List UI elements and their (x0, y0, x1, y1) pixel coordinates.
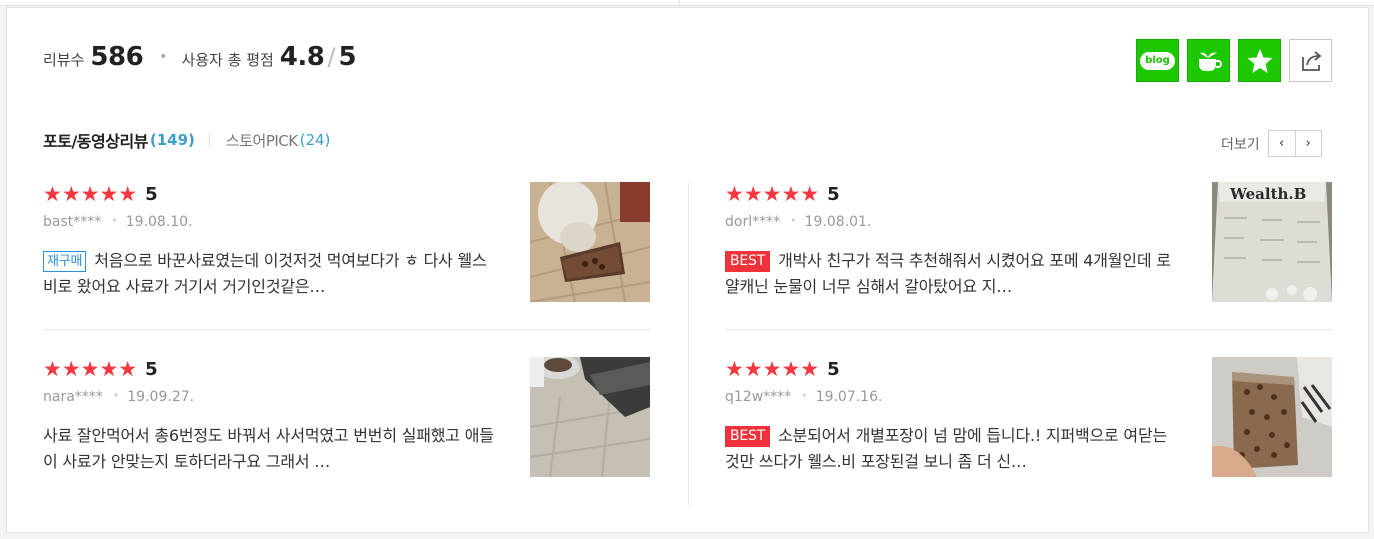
more-button[interactable]: 더보기 (1221, 134, 1260, 154)
tab-store-pick[interactable]: 스토어PICK (226, 130, 298, 151)
top-divider (679, 0, 680, 6)
review-user: nara**** (43, 389, 103, 405)
review-photo[interactable] (1212, 357, 1332, 477)
review-body: 개박사 친구가 적극 추천해줘서 시켰어요 포메 4개월인데 로얄캐닌 눈물이 … (725, 251, 1171, 296)
stars-glyphs: ★★★★★ (43, 181, 138, 206)
tab-separator (208, 133, 210, 147)
review-body: 처음으로 바꾼사료였는데 이것저것 먹여보다가 ㅎ 다사 웰스비로 왔어요 사료… (43, 251, 487, 296)
bag-brand-text: Wealth.B (1229, 185, 1306, 203)
review-summary: 리뷰수 586 • 사용자 총 평점 4.8 / 5 (43, 42, 357, 76)
review-score: 5 (827, 183, 840, 205)
review-score: 5 (145, 183, 158, 205)
review-photo[interactable]: Wealth.B (1212, 182, 1332, 302)
cafe-cup-icon[interactable] (1187, 39, 1230, 82)
rating-label: 사용자 총 평점 (181, 51, 274, 69)
review-date: 19.08.01. (804, 214, 872, 230)
rating-separator: / (327, 43, 336, 71)
rating-value: 4.8 (279, 42, 325, 72)
review-card[interactable]: ★★★★★ 5 bast**** • 19.08.10. 재구매 처음으로 바꾼사… (43, 182, 651, 304)
next-arrow-icon[interactable]: › (1294, 131, 1321, 156)
share-glyph (1301, 50, 1321, 71)
review-text[interactable]: 사료 잘안먹어서 총6번정도 바꿔서 사서먹였고 번번히 실패했고 애들이 사료… (43, 423, 499, 475)
tab-photo-count: (149) (149, 131, 195, 149)
review-body: 사료 잘안먹어서 총6번정도 바꿔서 사서먹였고 번번히 실패했고 애들이 사료… (43, 426, 494, 471)
review-card[interactable]: ★★★★★ 5 dorl**** • 19.08.01. BEST 개박사 친구가… (725, 182, 1333, 304)
best-badge: BEST (725, 251, 771, 272)
review-meta: bast**** • 19.08.10. (43, 213, 193, 231)
photo-food-bag: Wealth.B (1212, 182, 1332, 302)
review-text[interactable]: BEST 개박사 친구가 적극 추천해줘서 시켰어요 포메 4개월인데 로얄캐닌 … (725, 248, 1181, 300)
star-rating: ★★★★★ 5 (725, 357, 840, 381)
stars-glyphs: ★★★★★ (43, 356, 138, 381)
star-rating: ★★★★★ 5 (43, 182, 158, 206)
star-glyph (1247, 48, 1272, 73)
review-text[interactable]: BEST 소분되어서 개별포장이 넘 맘에 듭니다.! 지퍼백으로 여닫는것만 쓰… (725, 423, 1181, 475)
star-rating: ★★★★★ 5 (725, 182, 840, 206)
review-text[interactable]: 재구매 처음으로 바꾼사료였는데 이것저것 먹여보다가 ㅎ 다사 웰스비로 왔어요… (43, 248, 499, 300)
prev-arrow-icon[interactable]: ‹ (1268, 131, 1295, 156)
review-photo[interactable] (530, 182, 650, 302)
review-panel: 리뷰수 586 • 사용자 총 평점 4.8 / 5 blog 포토/동영상리뷰… (6, 7, 1369, 533)
review-user: bast**** (43, 214, 102, 230)
review-meta: dorl**** • 19.08.01. (725, 213, 872, 231)
top-strip (0, 0, 1374, 6)
review-user: q12w**** (725, 389, 792, 405)
best-badge: BEST (725, 426, 771, 447)
row-divider (43, 329, 651, 330)
review-count-label: 리뷰수 (43, 51, 85, 69)
review-meta: nara**** • 19.09.27. (43, 388, 195, 406)
review-photo[interactable] (530, 357, 650, 477)
star-rating: ★★★★★ 5 (43, 357, 158, 381)
tab-photo-review[interactable]: 포토/동영상리뷰 (43, 128, 148, 152)
column-divider (688, 183, 689, 505)
more-controls: 더보기 ‹ › (1221, 130, 1322, 157)
naver-blog-icon[interactable]: blog (1136, 39, 1179, 82)
share-icon[interactable] (1289, 39, 1332, 82)
meta-dot: • (112, 388, 120, 402)
review-date: 19.08.10. (125, 214, 193, 230)
review-date: 19.09.27. (127, 389, 195, 405)
review-meta: q12w**** • 19.07.16. (725, 388, 883, 406)
pager-arrows: ‹ › (1267, 130, 1322, 157)
stars-glyphs: ★★★★★ (725, 356, 820, 381)
star-bookmark-icon[interactable] (1238, 39, 1281, 82)
row-divider (725, 329, 1333, 330)
stars-glyphs: ★★★★★ (725, 181, 820, 206)
meta-dot: • (111, 213, 118, 227)
review-body: 소분되어서 개별포장이 넘 맘에 듭니다.! 지퍼백으로 여닫는것만 쓰다가 웰… (725, 426, 1167, 471)
review-date: 19.07.16. (815, 389, 883, 405)
blog-text: blog (1140, 51, 1175, 70)
cup-glyph (1198, 52, 1222, 71)
summary-dot: • (159, 49, 168, 65)
repurchase-badge: 재구매 (43, 251, 87, 272)
photo-hand-kibble-bag (1212, 357, 1332, 477)
review-user: dorl**** (725, 214, 781, 230)
share-icons: blog (1136, 39, 1332, 82)
review-score: 5 (827, 358, 840, 380)
review-tabs: 포토/동영상리뷰 (149) 스토어PICK (24) (43, 128, 330, 152)
review-card[interactable]: ★★★★★ 5 q12w**** • 19.07.16. BEST 소분되어서 개… (725, 357, 1333, 479)
tab-store-count: (24) (299, 131, 331, 149)
meta-dot: • (790, 213, 797, 227)
photo-cat-eating (530, 182, 650, 302)
photo-floor-bowl (530, 357, 650, 477)
review-count: 586 (90, 42, 144, 72)
review-score: 5 (145, 358, 158, 380)
meta-dot: • (801, 388, 808, 402)
review-card[interactable]: ★★★★★ 5 nara**** • 19.09.27. 사료 잘안먹어서 총6… (43, 357, 651, 479)
rating-max: 5 (338, 42, 357, 72)
